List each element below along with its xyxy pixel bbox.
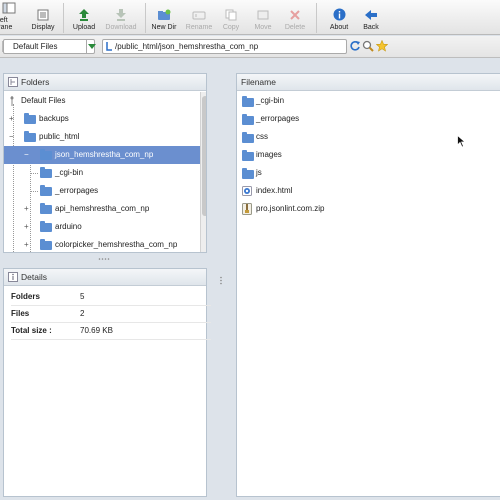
toolbar-separator xyxy=(316,3,317,33)
download-button[interactable]: Download xyxy=(103,0,139,35)
details-row-total-size: Total size : 70.69 KB xyxy=(11,323,211,340)
rename-icon xyxy=(192,8,206,21)
folder-icon xyxy=(24,131,36,142)
file-list: _cgi-bin _errorpages css images js index… xyxy=(237,92,499,496)
file-row[interactable]: _cgi-bin xyxy=(238,92,497,110)
path-input[interactable]: /public_html/json_hemshrestha_com_np xyxy=(102,39,347,54)
address-bar: Default Files /public_html/json_hemshres… xyxy=(0,36,500,58)
expand-icon[interactable]: + xyxy=(9,110,14,128)
folder-icon xyxy=(242,132,254,143)
root-pin-icon xyxy=(10,96,14,106)
folder-tree: Default Files + backups − public_html − … xyxy=(4,92,200,252)
delete-button[interactable]: Delete xyxy=(282,0,308,35)
folders-panel: Folders Default Files + backups − public… xyxy=(3,73,207,253)
tree-item-public-html[interactable]: − public_html xyxy=(4,128,200,146)
tree-connector xyxy=(30,173,38,174)
move-icon xyxy=(256,8,270,21)
folder-icon xyxy=(40,167,52,178)
file-row[interactable]: images xyxy=(238,146,497,164)
details-info-icon xyxy=(8,272,18,282)
location-select[interactable]: Default Files xyxy=(3,39,95,54)
left-pane-icon xyxy=(2,1,16,14)
copy-button[interactable]: Copy xyxy=(218,0,244,35)
download-icon xyxy=(114,8,128,21)
expand-icon[interactable]: + xyxy=(24,236,29,252)
mouse-pointer-icon xyxy=(457,135,466,148)
folder-icon xyxy=(242,114,254,125)
folder-icon xyxy=(242,150,254,161)
folder-icon xyxy=(24,113,36,124)
file-row[interactable]: index.html xyxy=(238,182,497,200)
details-row-files: Files 2 xyxy=(11,306,211,323)
folders-panel-header: Folders xyxy=(4,74,206,91)
tree-item-backups[interactable]: + backups xyxy=(4,110,200,128)
search-icon[interactable] xyxy=(362,40,374,52)
tree-item-cgi-bin[interactable]: _cgi-bin xyxy=(4,164,200,182)
folder-icon xyxy=(242,96,254,107)
folder-icon xyxy=(242,168,254,179)
display-icon xyxy=(36,8,50,21)
about-button[interactable]: About xyxy=(325,0,353,35)
new-dir-button[interactable]: New Dir xyxy=(150,0,178,35)
toolbar: Left Pane Display Upload Download New Di… xyxy=(0,0,500,35)
file-row[interactable]: js xyxy=(238,164,497,182)
rename-button[interactable]: Rename xyxy=(184,0,214,35)
folder-icon xyxy=(40,203,52,214)
folder-icon xyxy=(40,239,52,250)
bookmark-star-icon[interactable] xyxy=(376,40,388,52)
folder-icon xyxy=(40,149,52,160)
expand-icon[interactable]: + xyxy=(24,218,29,236)
tree-item-default-files[interactable]: Default Files xyxy=(4,92,200,110)
left-pane-button[interactable]: Left Pane xyxy=(0,0,22,35)
scrollbar-thumb[interactable] xyxy=(202,96,206,216)
tree-item-errorpages[interactable]: _errorpages xyxy=(4,182,200,200)
copy-icon xyxy=(224,8,238,21)
folders-scrollbar[interactable] xyxy=(200,92,206,252)
refresh-icon[interactable] xyxy=(349,40,361,52)
splitter-grip-icon[interactable] xyxy=(219,276,223,286)
back-button[interactable]: Back xyxy=(357,0,385,35)
tree-item-json-hemshrestha-com-np[interactable]: − json_hemshrestha_com_np xyxy=(4,146,200,164)
expand-icon[interactable]: + xyxy=(24,200,29,218)
tree-item-api-hemshrestha-com-np[interactable]: + api_hemshrestha_com_np xyxy=(4,200,200,218)
zip-file-icon xyxy=(242,203,252,215)
details-panel-header: Details xyxy=(4,269,206,286)
delete-icon xyxy=(288,8,302,21)
tree-item-colorpicker-hemshrestha-com-np[interactable]: + colorpicker_hemshrestha_com_np xyxy=(4,236,200,252)
toolbar-separator xyxy=(63,3,64,33)
file-row[interactable]: pro.jsonlint.com.zip xyxy=(238,200,497,218)
toolbar-separator xyxy=(145,3,146,33)
tree-connector xyxy=(30,191,38,192)
filename-column-header[interactable]: Filename xyxy=(237,74,500,91)
path-up-icon xyxy=(106,42,112,51)
chevron-down-icon xyxy=(87,43,96,49)
splitter-grip-icon[interactable] xyxy=(98,257,110,261)
file-row[interactable]: _errorpages xyxy=(238,110,497,128)
details-row-folders: Folders 5 xyxy=(11,289,211,306)
location-dropdown-button[interactable] xyxy=(86,39,96,54)
info-icon xyxy=(332,8,346,21)
details-panel: Details Folders 5 Files 2 Total size : 7… xyxy=(3,268,211,497)
folders-tree-icon xyxy=(8,77,18,87)
back-arrow-icon xyxy=(364,8,378,21)
new-dir-icon xyxy=(157,8,171,21)
move-button[interactable]: Move xyxy=(250,0,276,35)
display-button[interactable]: Display xyxy=(26,0,60,35)
upload-icon xyxy=(77,8,91,21)
folder-icon xyxy=(40,185,52,196)
collapse-icon[interactable]: − xyxy=(24,146,29,164)
html-file-icon xyxy=(242,186,252,196)
upload-button[interactable]: Upload xyxy=(67,0,101,35)
folder-icon xyxy=(40,221,52,232)
collapse-icon[interactable]: − xyxy=(9,128,14,146)
tree-item-arduino[interactable]: + arduino xyxy=(4,218,200,236)
